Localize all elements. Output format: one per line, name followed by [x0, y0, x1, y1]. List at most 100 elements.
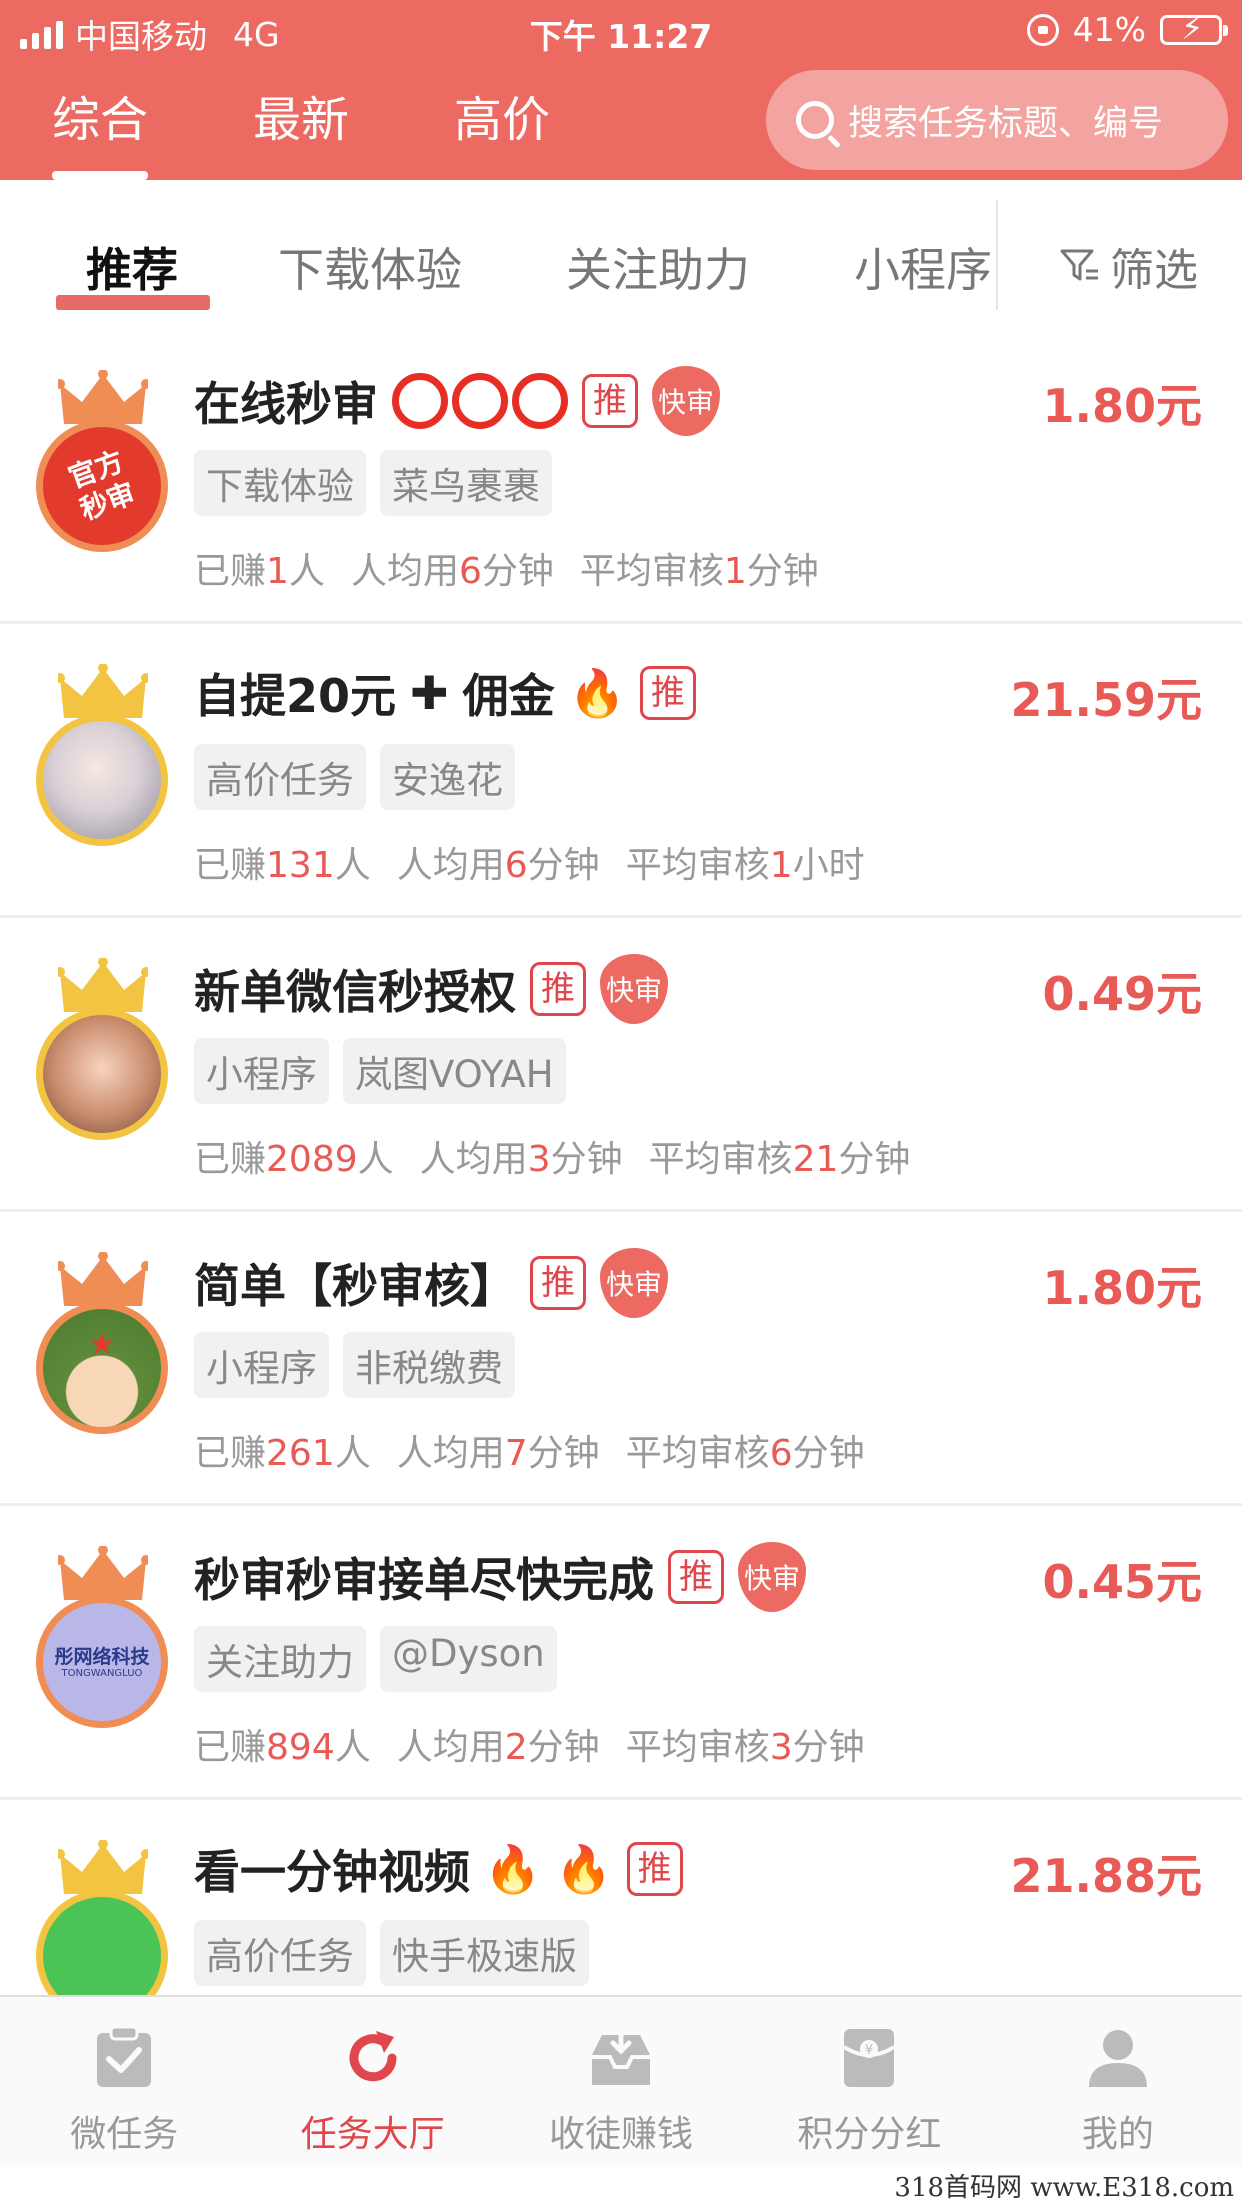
bottom-nav: 微任务 任务大厅 收徒赚钱 ¥ 积分分红 我的 [0, 1995, 1242, 2165]
task-title-text: 秒审秒审接单尽快完成 [194, 1553, 654, 1607]
category-tabs: 推荐 下载体验 关注助力 小程序 筛选 [0, 180, 1242, 330]
refresh-icon [349, 2031, 397, 2082]
nav-profile[interactable]: 我的 [994, 1997, 1242, 2165]
nav-label: 微任务 [70, 2114, 179, 2155]
watermark: 318首码网 www.E318.com [894, 2173, 1234, 2203]
task-tags: 高价任务 快手极速版 [194, 1920, 589, 1986]
stat-avg-time: 人均用3分钟 [419, 1139, 623, 1180]
task-tag: 下载体验 [194, 450, 366, 516]
avatar [36, 958, 168, 1148]
nav-label: 收徒赚钱 [549, 2114, 694, 2155]
task-tag: @Dyson [380, 1626, 557, 1692]
recommend-badge: 推 [530, 962, 586, 1016]
search-input[interactable]: 搜索任务标题、编号 [766, 70, 1228, 170]
task-tags: 小程序 非税缴费 [194, 1332, 515, 1398]
task-price: 21.59元 [1010, 673, 1202, 727]
task-title-text: 新单微信秒授权 [194, 965, 516, 1019]
nav-recruit-earn[interactable]: 收徒赚钱 [497, 1997, 745, 2165]
fire-icon: 🔥 [555, 1841, 613, 1896]
task-stats: 已赚261人 人均用7分钟 平均审核6分钟 [194, 1424, 865, 1476]
task-price: 21.88元 [1010, 1849, 1202, 1903]
search-icon [796, 101, 834, 139]
task-tags: 关注助力 @Dyson [194, 1626, 557, 1692]
task-tags: 下载体验 菜鸟裹裹 [194, 450, 552, 516]
task-title-text: 自提20元 [194, 669, 397, 723]
fire-icon: 🔥 [568, 665, 626, 720]
battery-percent: 41% [1072, 10, 1146, 49]
stat-avg-time: 人均用2分钟 [396, 1727, 600, 1768]
battery-icon: ⚡ [1160, 12, 1228, 45]
task-title: 自提20元 ✚ 佣金 🔥 推 [194, 660, 696, 726]
task-stats: 已赚2089人 人均用3分钟 平均审核21分钟 [194, 1130, 910, 1182]
rotation-lock-icon [1026, 13, 1059, 46]
plus-icon: ✚ [410, 666, 449, 720]
task-title: 新单微信秒授权 推 快审 [194, 954, 668, 1024]
tab-follow-help[interactable]: 关注助力 [566, 234, 750, 300]
task-price: 1.80元 [1042, 379, 1203, 433]
task-stats: 已赚131人 人均用6分钟 平均审核1小时 [194, 836, 865, 888]
avatar [36, 664, 168, 854]
stat-review-time: 平均审核3分钟 [625, 1727, 865, 1768]
fast-review-badge: 快审 [600, 954, 668, 1024]
avatar-image: 官方秒审 [36, 420, 168, 552]
stat-review-time: 平均审核1小时 [625, 845, 865, 886]
top-tab-latest[interactable]: 最新 [253, 80, 349, 150]
tab-mini-program[interactable]: 小程序 [854, 234, 992, 300]
top-tab-comprehensive[interactable]: 综合 [52, 80, 149, 180]
task-title-text: 简单【秒审核】 [194, 1259, 516, 1313]
task-price: 1.80元 [1042, 1261, 1203, 1315]
task-item[interactable]: 官方秒审 在线秒审 推 快审 1.80元 下载体验 菜鸟裹裹 已赚1人 人均用6… [0, 330, 1242, 624]
nav-task-hall[interactable]: 任务大厅 [248, 1997, 496, 2165]
task-title-text: 看一分钟视频 [194, 1845, 470, 1899]
task-item[interactable]: 新单微信秒授权 推 快审 0.49元 小程序 岚图VOYAH 已赚2089人 人… [0, 918, 1242, 1212]
filter-label: 筛选 [1110, 245, 1198, 296]
top-tab-high-price[interactable]: 高价 [454, 80, 550, 150]
stat-review-time: 平均审核21分钟 [648, 1139, 911, 1180]
avatar-image: ★ [36, 1302, 168, 1434]
stat-avg-time: 人均用7分钟 [396, 1433, 600, 1474]
stat-earned: 已赚894人 [194, 1727, 371, 1768]
tab-download-experience[interactable]: 下载体验 [278, 234, 462, 300]
tab-recommend[interactable]: 推荐 [86, 234, 178, 300]
stat-earned: 已赚261人 [194, 1433, 371, 1474]
task-item[interactable]: 自提20元 ✚ 佣金 🔥 推 21.59元 高价任务 安逸花 已赚131人 人均… [0, 624, 1242, 918]
avatar-image [36, 714, 168, 846]
nav-micro-tasks[interactable]: 微任务 [0, 1997, 248, 2165]
inbox-download-icon [592, 2030, 651, 2085]
stat-earned: 已赚131人 [194, 845, 371, 886]
nav-points-dividend[interactable]: ¥ 积分分红 [745, 1997, 993, 2165]
fast-review-badge: 快审 [738, 1542, 806, 1612]
task-tag: 菜鸟裹裹 [380, 450, 552, 516]
task-item[interactable]: 彤网络科技 TONGWANGLUO 秒审秒审接单尽快完成 推 快审 0.45元 … [0, 1506, 1242, 1800]
task-tag: 关注助力 [194, 1626, 366, 1692]
wechat-avatar-icon [36, 1890, 168, 1995]
recommend-badge: 推 [668, 1550, 724, 1604]
task-title: 看一分钟视频 🔥 🔥 推 [194, 1836, 683, 1902]
nav-label: 任务大厅 [300, 2114, 445, 2155]
stat-avg-time: 人均用6分钟 [350, 551, 554, 592]
filter-button[interactable]: 筛选 [1058, 234, 1198, 298]
red-envelope-icon: ¥ [843, 2029, 896, 2087]
top-tabs: 综合 最新 高价 [52, 80, 550, 180]
user-icon [1088, 2030, 1147, 2087]
filter-icon [1058, 245, 1100, 287]
avatar: 彤网络科技 TONGWANGLUO [36, 1546, 168, 1736]
task-list: 官方秒审 在线秒审 推 快审 1.80元 下载体验 菜鸟裹裹 已赚1人 人均用6… [0, 330, 1242, 1995]
avatar-image: 彤网络科技 TONGWANGLUO [36, 1596, 168, 1728]
active-tab-indicator [56, 295, 210, 310]
recommend-badge: 推 [530, 1256, 586, 1310]
recommend-badge: 推 [582, 374, 638, 428]
fire-icon: 🔥 [484, 1841, 542, 1896]
task-title: 简单【秒审核】 推 快审 [194, 1248, 668, 1318]
task-tag: 快手极速版 [380, 1920, 589, 1986]
star-icon: ★ [88, 1327, 116, 1362]
divider [996, 200, 998, 310]
task-title: 秒审秒审接单尽快完成 推 快审 [194, 1542, 806, 1612]
task-item[interactable]: ★ 简单【秒审核】 推 快审 1.80元 小程序 非税缴费 已赚261人 人均用… [0, 1212, 1242, 1506]
task-tag: 小程序 [194, 1332, 329, 1398]
task-item[interactable]: 看一分钟视频 🔥 🔥 推 21.88元 高价任务 快手极速版 [0, 1800, 1242, 1995]
task-tag: 小程序 [194, 1038, 329, 1104]
task-stats: 已赚894人 人均用2分钟 平均审核3分钟 [194, 1718, 865, 1770]
task-title-suffix: 佣金 [462, 669, 555, 723]
task-tag: 非税缴费 [343, 1332, 515, 1398]
